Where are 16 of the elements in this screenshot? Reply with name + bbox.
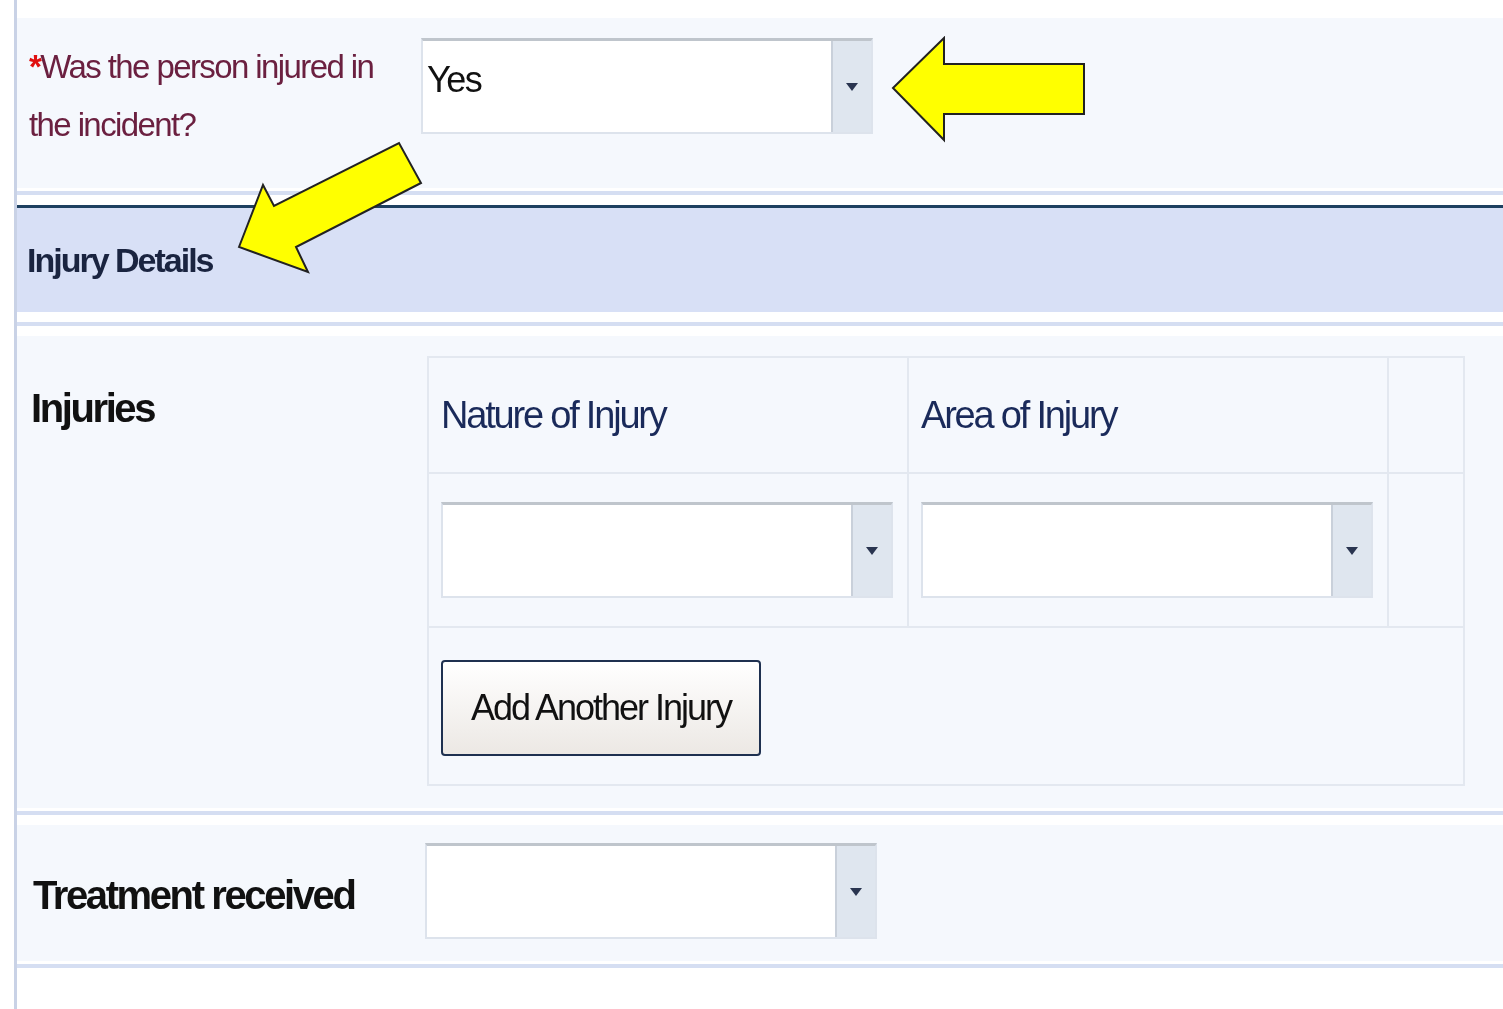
caret-icon	[1345, 545, 1359, 556]
question-label: *Was the person injured in the incident?	[29, 47, 375, 145]
add-injury-button[interactable]: Add Another Injury	[441, 660, 761, 756]
section-title: Injury Details	[27, 240, 213, 280]
column-header: Area of Injury	[921, 393, 1117, 437]
caret-icon	[849, 886, 863, 897]
injury-dropdown[interactable]	[921, 502, 1373, 598]
caret-icon	[865, 545, 879, 556]
injuries-label: Injuries	[31, 386, 155, 430]
column-header: Nature of Injury	[441, 393, 666, 437]
injured-dropdown[interactable]: Yes	[421, 38, 873, 134]
injury-dropdown[interactable]	[441, 502, 893, 598]
treatment-dropdown[interactable]	[425, 843, 877, 939]
treatment-label: Treatment received	[33, 873, 355, 917]
caret-icon	[845, 81, 859, 92]
required-mark: *	[29, 48, 41, 85]
